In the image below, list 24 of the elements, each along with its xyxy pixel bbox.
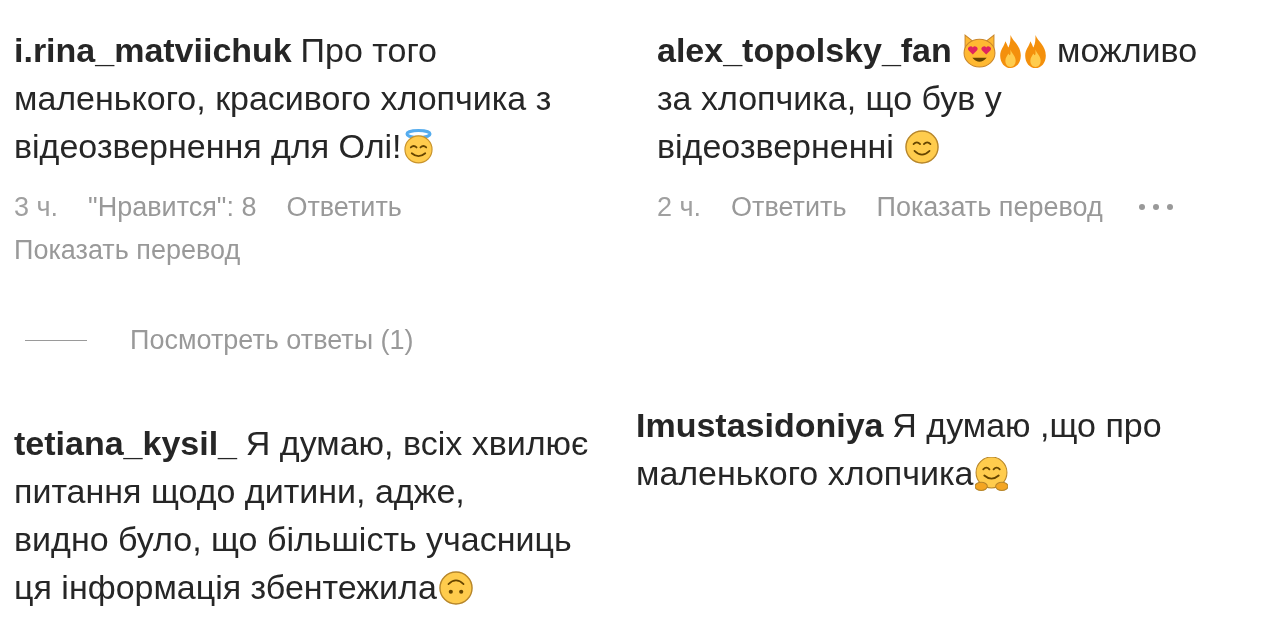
smiling-face-icon [905, 130, 940, 164]
fire-icon [999, 35, 1021, 68]
show-translation-button[interactable]: Показать перевод [876, 189, 1103, 225]
reply-button[interactable]: Ответить [286, 189, 402, 225]
username-link[interactable]: alex_topolsky_fan [657, 31, 952, 69]
comment-text: i.rina_matviichuk Про того маленького, красивого хлопчика з відеозвернення для Олі! [14, 30, 553, 167]
comment-text: tetiana_kysil_ Я думаю, всіх хвилює питання щодо дитини, адже, видно було, що більшість учасниць ця інформація збентежила [14, 423, 590, 608]
fire-icon [1024, 35, 1046, 68]
heart-eyes-cat-icon [962, 34, 996, 68]
likes-count-button[interactable]: "Нравится": 8 [88, 189, 257, 225]
view-replies-button[interactable]: Посмотреть ответы (1) [25, 322, 414, 358]
username-link[interactable]: i.rina_matviichuk [14, 31, 292, 69]
comment-text: alex_topolsky_fan можливо за хлопчика, що був у відеозверненні [657, 30, 1199, 167]
halo-smiling-face-icon [403, 129, 433, 164]
username-link[interactable]: Imustasidoniya [636, 406, 884, 444]
comment-time: 3 ч. [14, 191, 59, 224]
comment-time: 2 ч. [657, 191, 702, 224]
username-link[interactable]: tetiana_kysil_ [14, 424, 238, 462]
upside-down-face-icon [438, 571, 473, 605]
comment-text: Imustasidoniya Я думаю ,що про маленького хлопчика [636, 405, 1163, 494]
reply-button[interactable]: Ответить [731, 189, 847, 225]
show-translation-button[interactable]: Показать перевод [14, 232, 241, 268]
more-options-icon[interactable] [1138, 204, 1173, 210]
hugging-face-icon [975, 457, 1009, 491]
